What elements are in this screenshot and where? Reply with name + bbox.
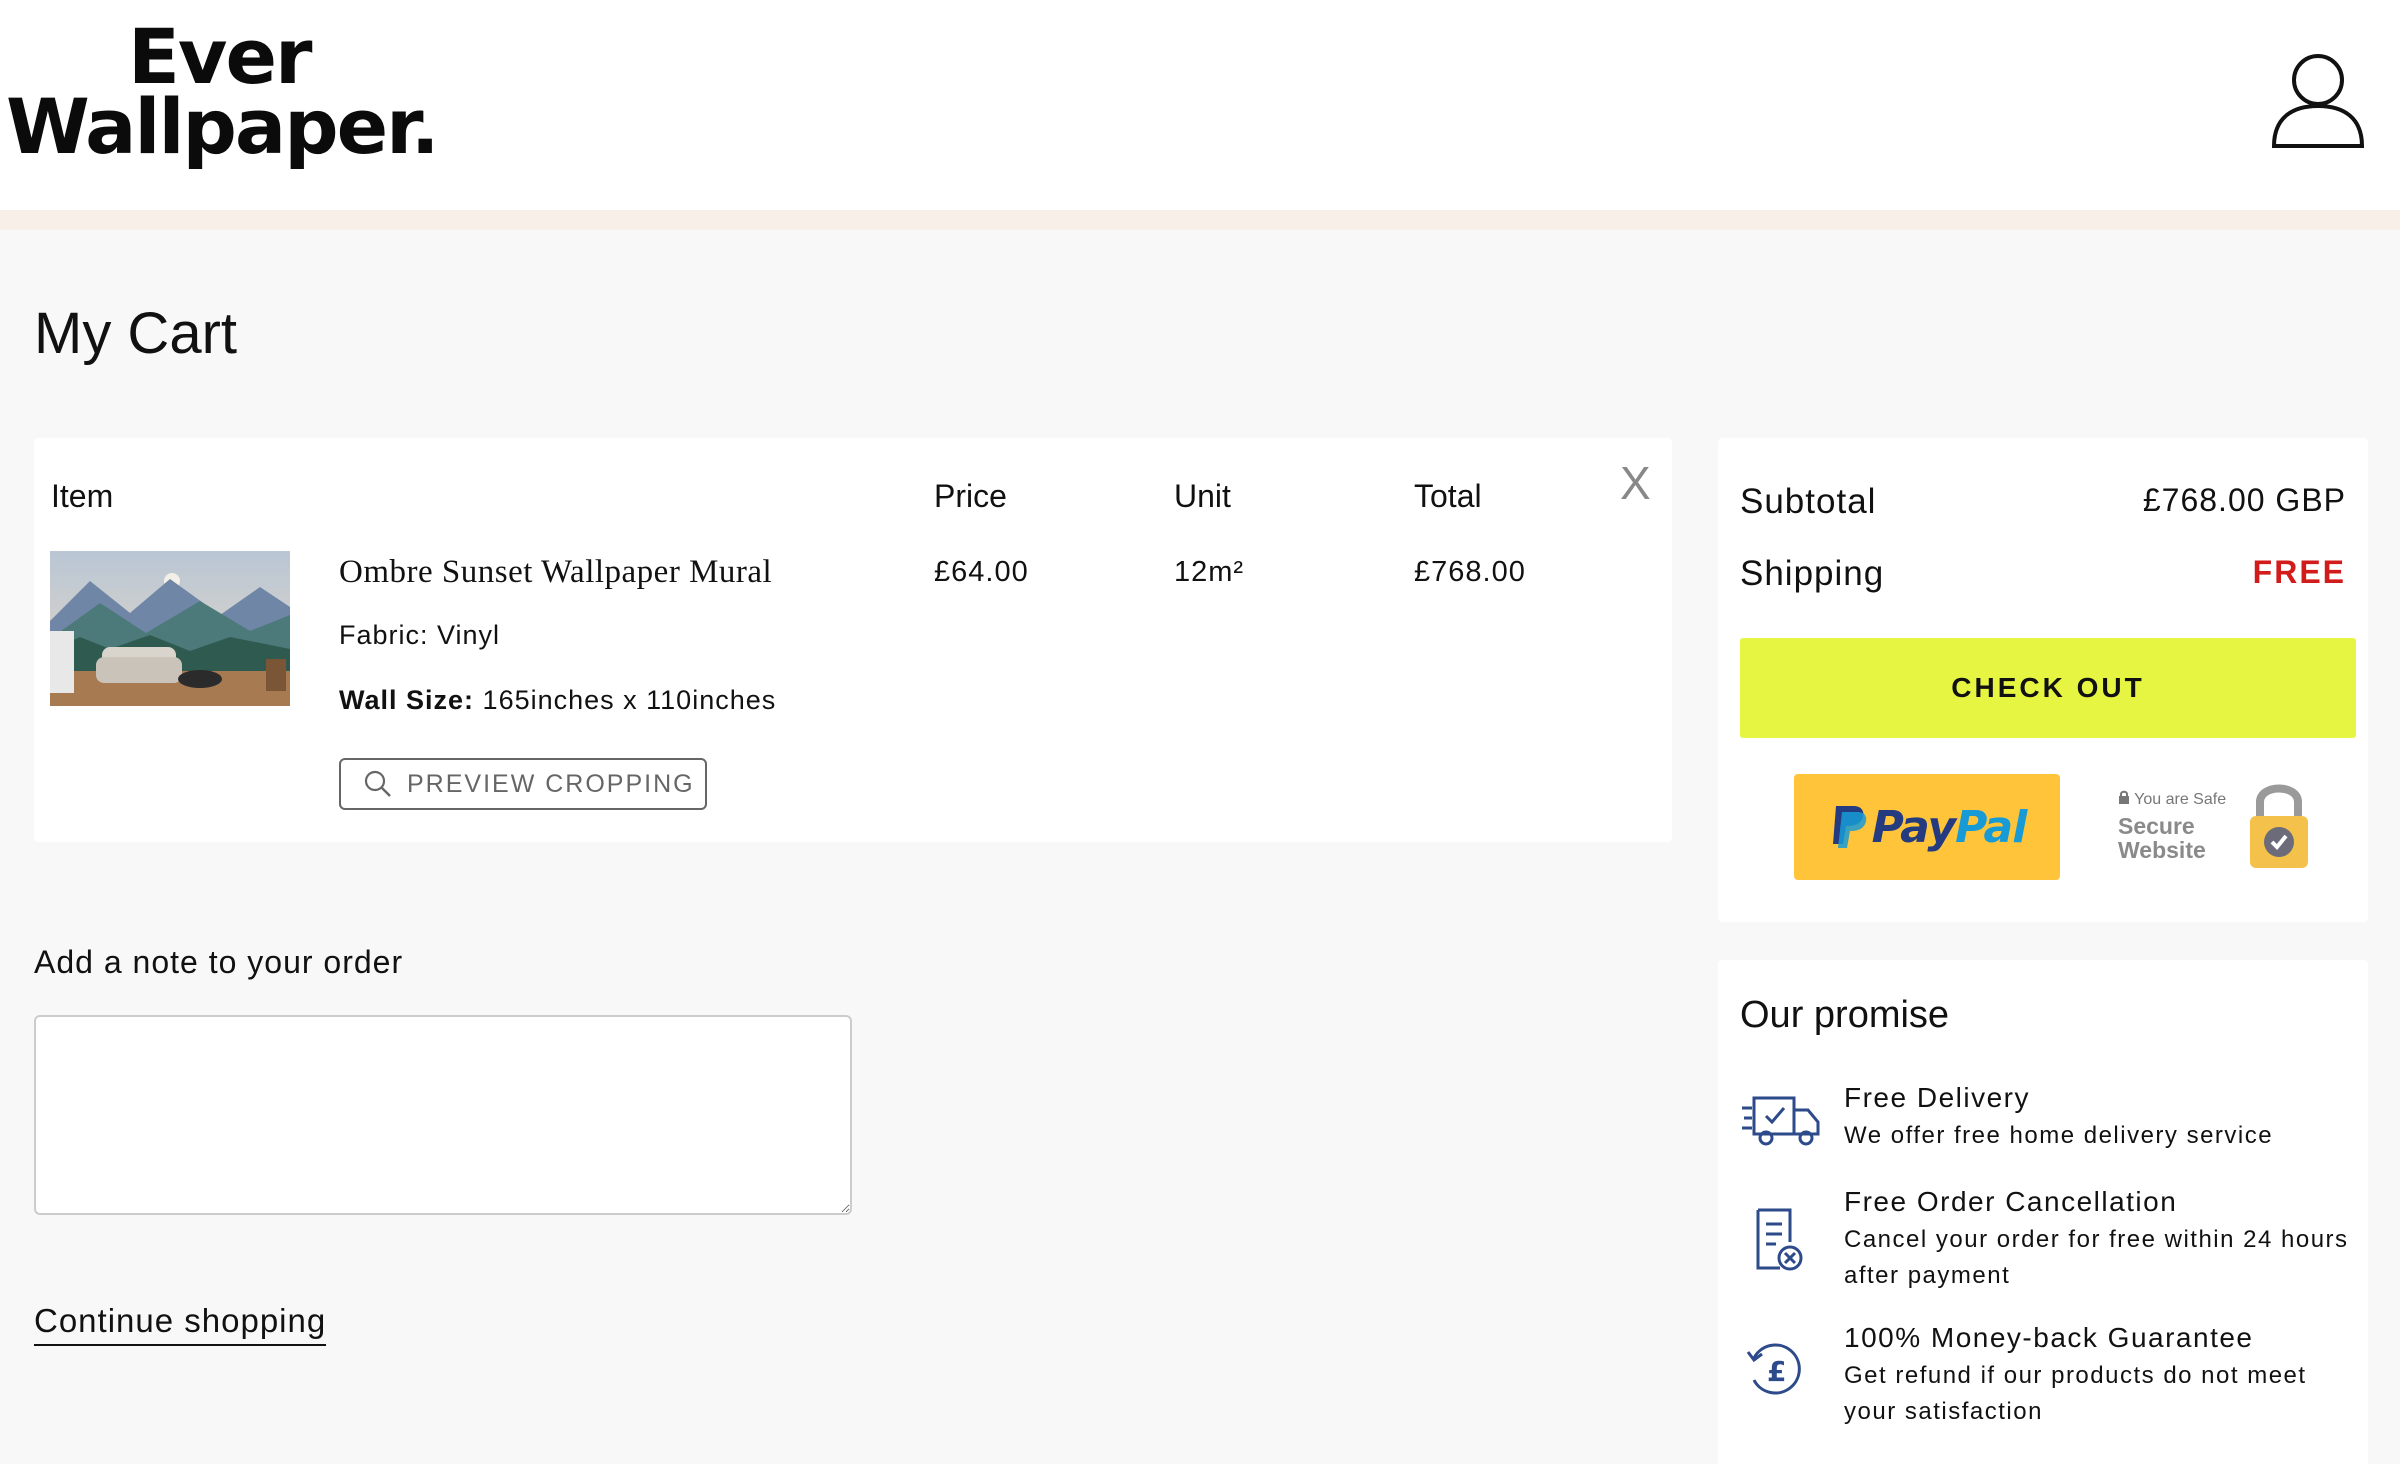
preview-cropping-button[interactable]: PREVIEW CROPPING bbox=[339, 758, 707, 810]
brand-logo-line2: Wallpaper. bbox=[6, 81, 440, 171]
shipping-value: FREE bbox=[2252, 554, 2346, 590]
secure-small-text: You are Safe bbox=[2118, 790, 2226, 809]
header-item: Item bbox=[51, 478, 114, 514]
paypal-text-pal: Pal bbox=[1955, 801, 2027, 853]
promo-strip bbox=[0, 210, 2400, 230]
secure-website-badge: You are Safe Secure Website bbox=[2118, 778, 2318, 878]
header-unit: Unit bbox=[1174, 478, 1231, 514]
item-unit: 12m² bbox=[1174, 556, 1245, 588]
order-note-textarea[interactable] bbox=[34, 1015, 852, 1215]
site-header: Ever Wallpaper. bbox=[0, 0, 2400, 210]
brand-logo[interactable]: Ever Wallpaper. bbox=[6, 19, 440, 171]
paypal-text-pay: Pay bbox=[1871, 801, 1956, 853]
padlock-icon bbox=[2250, 784, 2308, 868]
search-icon bbox=[364, 770, 391, 797]
product-fabric: Fabric: Vinyl bbox=[339, 620, 501, 650]
order-summary-card: Subtotal £768.00 GBP Shipping FREE CHECK… bbox=[1718, 438, 2368, 922]
promise-title: Our promise bbox=[1740, 994, 1950, 1036]
secure-small-label: You are Safe bbox=[2134, 791, 2227, 808]
product-thumbnail[interactable] bbox=[50, 551, 290, 706]
svg-text:£: £ bbox=[1767, 1355, 1786, 1388]
subtotal-value: £768.00 GBP bbox=[2142, 482, 2346, 518]
account-icon[interactable] bbox=[2270, 50, 2366, 150]
item-price: £64.00 bbox=[934, 556, 1029, 588]
product-name[interactable]: Ombre Sunset Wallpaper Mural bbox=[339, 554, 772, 591]
wall-size-label: Wall Size: bbox=[339, 685, 475, 715]
promise-item-desc: We offer free home delivery service bbox=[1844, 1122, 2274, 1149]
small-lock-icon bbox=[2119, 790, 2129, 804]
money-back-icon: £ bbox=[1746, 1343, 1801, 1395]
promise-item-title: Free Order Cancellation bbox=[1844, 1186, 2178, 1217]
product-wall-size: Wall Size: 165inches x 110inches bbox=[339, 685, 776, 716]
promise-item-title: Free Delivery bbox=[1844, 1082, 2030, 1113]
cart-items-card: Item Price Unit Total X Ombre Sunset Wal… bbox=[34, 438, 1672, 842]
continue-shopping-link[interactable]: Continue shopping bbox=[34, 1302, 327, 1346]
promise-item-desc: Cancel your order for free within 24 hou… bbox=[1844, 1226, 2349, 1289]
secure-line2: Website bbox=[2118, 837, 2206, 864]
paypal-button[interactable]: PayPal bbox=[1794, 774, 2060, 880]
shipping-label: Shipping bbox=[1740, 554, 1885, 593]
header-price: Price bbox=[934, 478, 1007, 514]
checkout-button[interactable]: CHECK OUT bbox=[1740, 638, 2356, 738]
promise-item-desc: Get refund if our products do not meet y… bbox=[1844, 1362, 2307, 1425]
order-note-label: Add a note to your order bbox=[34, 944, 404, 980]
subtotal-label: Subtotal bbox=[1740, 482, 1877, 521]
header-total: Total bbox=[1414, 478, 1482, 514]
delivery-truck-icon bbox=[1742, 1096, 1820, 1146]
secure-big-text: Secure Website bbox=[2118, 814, 2206, 862]
page-title: My Cart bbox=[34, 301, 237, 366]
wall-size-value: 165inches x 110inches bbox=[482, 685, 777, 715]
remove-item-button[interactable]: X bbox=[1620, 456, 1651, 510]
our-promise-card: Our promise Free Delivery We offer free … bbox=[1718, 960, 2368, 1464]
order-cancel-icon bbox=[1756, 1208, 1803, 1271]
item-total: £768.00 bbox=[1414, 556, 1526, 588]
paypal-logo-icon bbox=[1832, 806, 1866, 848]
promise-item-title: 100% Money-back Guarantee bbox=[1844, 1322, 2254, 1353]
secure-line1: Secure bbox=[2118, 813, 2195, 839]
preview-cropping-label: PREVIEW CROPPING bbox=[407, 769, 695, 798]
